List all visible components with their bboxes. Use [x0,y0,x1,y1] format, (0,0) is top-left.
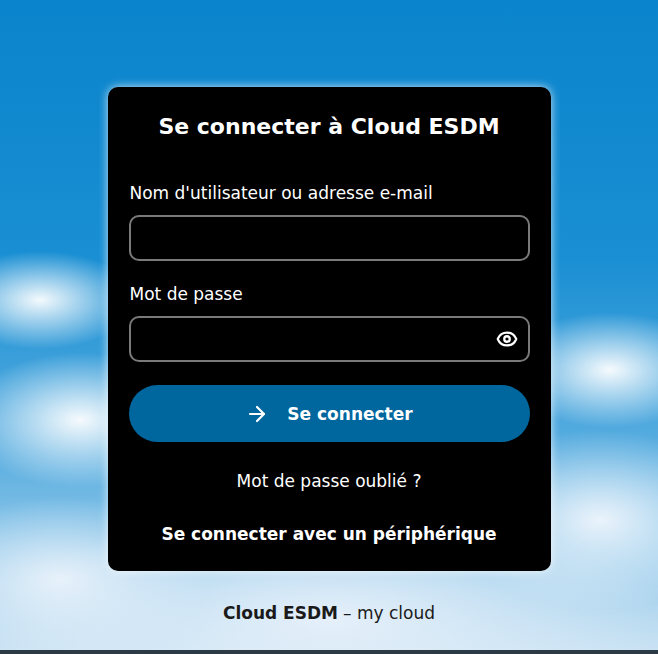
footer-slogan: – my cloud [343,603,435,623]
login-card: Se connecter à Cloud ESDM Nom d'utilisate… [108,87,551,571]
show-password-button[interactable] [496,328,518,350]
form-field: Mot de passe [129,282,530,362]
footer: Cloud ESDM– my cloud [223,603,435,623]
field-label: Nom d'utilisateur ou adresse e-mail [129,181,530,205]
password-input[interactable] [143,329,496,350]
arrow-right-icon [245,402,269,426]
input-box[interactable] [129,316,530,362]
field-label: Mot de passe [129,282,530,306]
input-box[interactable] [129,215,530,261]
login-link[interactable]: Se connecter avec un périphérique [161,524,496,544]
login-button-label: Se connecter [287,404,412,424]
username-input[interactable] [143,228,518,249]
footer-name: Cloud ESDM [223,603,338,623]
login-page: Se connecter à Cloud ESDM Nom d'utilisate… [0,0,658,654]
login-links: Mot de passe oublié ? Se connecter avec u… [129,471,530,544]
eye-icon[interactable] [496,328,518,350]
login-button[interactable]: Se connecter [129,385,530,442]
form-field: Nom d'utilisateur ou adresse e-mail [129,181,530,261]
login-link[interactable]: Mot de passe oublié ? [237,471,422,491]
login-title: Se connecter à Cloud ESDM [129,112,530,142]
